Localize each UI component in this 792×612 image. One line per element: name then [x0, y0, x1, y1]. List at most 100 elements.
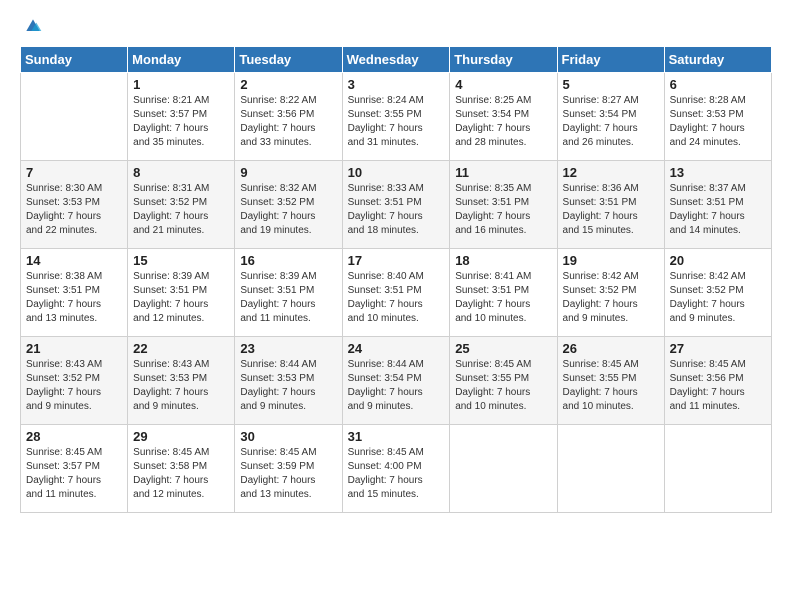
calendar-cell: 26 Sunrise: 8:45 AM Sunset: 3:55 PM Dayli… — [557, 337, 664, 425]
calendar-cell: 7 Sunrise: 8:30 AM Sunset: 3:53 PM Daylig… — [21, 161, 128, 249]
calendar-cell: 15 Sunrise: 8:39 AM Sunset: 3:51 PM Dayli… — [128, 249, 235, 337]
week-row-4: 28 Sunrise: 8:45 AM Sunset: 3:57 PM Dayli… — [21, 425, 772, 513]
day-number: 12 — [563, 165, 659, 180]
calendar-cell: 28 Sunrise: 8:45 AM Sunset: 3:57 PM Dayli… — [21, 425, 128, 513]
calendar-cell: 10 Sunrise: 8:33 AM Sunset: 3:51 PM Dayli… — [342, 161, 450, 249]
calendar-cell: 3 Sunrise: 8:24 AM Sunset: 3:55 PM Daylig… — [342, 73, 450, 161]
day-number: 6 — [670, 77, 766, 92]
day-info: Sunrise: 8:33 AM Sunset: 3:51 PM Dayligh… — [348, 182, 445, 238]
day-number: 28 — [26, 429, 122, 444]
day-info: Sunrise: 8:45 AM Sunset: 3:57 PM Dayligh… — [26, 446, 122, 502]
day-info: Sunrise: 8:25 AM Sunset: 3:54 PM Dayligh… — [455, 94, 551, 150]
calendar-cell: 21 Sunrise: 8:43 AM Sunset: 3:52 PM Dayli… — [21, 337, 128, 425]
weekday-header-friday: Friday — [557, 47, 664, 73]
day-number: 26 — [563, 341, 659, 356]
day-number: 8 — [133, 165, 229, 180]
calendar-cell: 19 Sunrise: 8:42 AM Sunset: 3:52 PM Dayli… — [557, 249, 664, 337]
day-number: 5 — [563, 77, 659, 92]
day-info: Sunrise: 8:30 AM Sunset: 3:53 PM Dayligh… — [26, 182, 122, 238]
day-number: 30 — [240, 429, 336, 444]
page: SundayMondayTuesdayWednesdayThursdayFrid… — [0, 0, 792, 612]
day-info: Sunrise: 8:41 AM Sunset: 3:51 PM Dayligh… — [455, 270, 551, 326]
calendar-cell: 2Sunrise: 8:22 AM Sunset: 3:56 PM Daylig… — [235, 73, 342, 161]
calendar-cell: 4 Sunrise: 8:25 AM Sunset: 3:54 PM Daylig… — [450, 73, 557, 161]
calendar-cell: 14Sunrise: 8:38 AM Sunset: 3:51 PM Dayli… — [21, 249, 128, 337]
day-info: Sunrise: 8:37 AM Sunset: 3:51 PM Dayligh… — [670, 182, 766, 238]
day-info: Sunrise: 8:24 AM Sunset: 3:55 PM Dayligh… — [348, 94, 445, 150]
day-number: 27 — [670, 341, 766, 356]
calendar-cell — [21, 73, 128, 161]
day-info: Sunrise: 8:45 AM Sunset: 4:00 PM Dayligh… — [348, 446, 445, 502]
calendar-cell: 5 Sunrise: 8:27 AM Sunset: 3:54 PM Daylig… — [557, 73, 664, 161]
day-info: Sunrise: 8:35 AM Sunset: 3:51 PM Dayligh… — [455, 182, 551, 238]
day-info: Sunrise: 8:31 AM Sunset: 3:52 PM Dayligh… — [133, 182, 229, 238]
day-info: Sunrise: 8:39 AM Sunset: 3:51 PM Dayligh… — [240, 270, 336, 326]
calendar-cell: 31Sunrise: 8:45 AM Sunset: 4:00 PM Dayli… — [342, 425, 450, 513]
day-info: Sunrise: 8:45 AM Sunset: 3:59 PM Dayligh… — [240, 446, 336, 502]
calendar-cell: 13 Sunrise: 8:37 AM Sunset: 3:51 PM Dayli… — [664, 161, 771, 249]
day-number: 4 — [455, 77, 551, 92]
day-number: 29 — [133, 429, 229, 444]
day-number: 3 — [348, 77, 445, 92]
day-info: Sunrise: 8:39 AM Sunset: 3:51 PM Dayligh… — [133, 270, 229, 326]
weekday-header-thursday: Thursday — [450, 47, 557, 73]
day-info: Sunrise: 8:42 AM Sunset: 3:52 PM Dayligh… — [563, 270, 659, 326]
day-info: Sunrise: 8:32 AM Sunset: 3:52 PM Dayligh… — [240, 182, 336, 238]
day-info: Sunrise: 8:42 AM Sunset: 3:52 PM Dayligh… — [670, 270, 766, 326]
day-number: 9 — [240, 165, 336, 180]
header — [20, 16, 772, 36]
day-number: 23 — [240, 341, 336, 356]
day-number: 1 — [133, 77, 229, 92]
day-info: Sunrise: 8:40 AM Sunset: 3:51 PM Dayligh… — [348, 270, 445, 326]
day-number: 7 — [26, 165, 122, 180]
day-info: Sunrise: 8:36 AM Sunset: 3:51 PM Dayligh… — [563, 182, 659, 238]
day-info: Sunrise: 8:43 AM Sunset: 3:53 PM Dayligh… — [133, 358, 229, 414]
logo — [20, 16, 43, 36]
calendar-cell: 17Sunrise: 8:40 AM Sunset: 3:51 PM Dayli… — [342, 249, 450, 337]
weekday-header-saturday: Saturday — [664, 47, 771, 73]
day-info: Sunrise: 8:28 AM Sunset: 3:53 PM Dayligh… — [670, 94, 766, 150]
day-number: 11 — [455, 165, 551, 180]
day-number: 10 — [348, 165, 445, 180]
day-number: 14 — [26, 253, 122, 268]
week-row-2: 14Sunrise: 8:38 AM Sunset: 3:51 PM Dayli… — [21, 249, 772, 337]
weekday-header-tuesday: Tuesday — [235, 47, 342, 73]
calendar-cell: 25 Sunrise: 8:45 AM Sunset: 3:55 PM Dayli… — [450, 337, 557, 425]
weekday-header-wednesday: Wednesday — [342, 47, 450, 73]
calendar-cell: 11 Sunrise: 8:35 AM Sunset: 3:51 PM Dayli… — [450, 161, 557, 249]
day-info: Sunrise: 8:45 AM Sunset: 3:56 PM Dayligh… — [670, 358, 766, 414]
calendar-cell: 8 Sunrise: 8:31 AM Sunset: 3:52 PM Daylig… — [128, 161, 235, 249]
calendar-cell: 9 Sunrise: 8:32 AM Sunset: 3:52 PM Daylig… — [235, 161, 342, 249]
day-info: Sunrise: 8:43 AM Sunset: 3:52 PM Dayligh… — [26, 358, 122, 414]
day-info: Sunrise: 8:27 AM Sunset: 3:54 PM Dayligh… — [563, 94, 659, 150]
day-info: Sunrise: 8:45 AM Sunset: 3:55 PM Dayligh… — [455, 358, 551, 414]
calendar-body: 1Sunrise: 8:21 AM Sunset: 3:57 PM Daylig… — [21, 73, 772, 513]
day-info: Sunrise: 8:22 AM Sunset: 3:56 PM Dayligh… — [240, 94, 336, 150]
week-row-3: 21 Sunrise: 8:43 AM Sunset: 3:52 PM Dayli… — [21, 337, 772, 425]
calendar-cell — [450, 425, 557, 513]
calendar-cell — [664, 425, 771, 513]
day-info: Sunrise: 8:45 AM Sunset: 3:58 PM Dayligh… — [133, 446, 229, 502]
calendar-header: SundayMondayTuesdayWednesdayThursdayFrid… — [21, 47, 772, 73]
day-number: 15 — [133, 253, 229, 268]
week-row-0: 1Sunrise: 8:21 AM Sunset: 3:57 PM Daylig… — [21, 73, 772, 161]
day-number: 13 — [670, 165, 766, 180]
calendar-cell: 18Sunrise: 8:41 AM Sunset: 3:51 PM Dayli… — [450, 249, 557, 337]
day-info: Sunrise: 8:45 AM Sunset: 3:55 PM Dayligh… — [563, 358, 659, 414]
logo-icon — [23, 16, 43, 36]
calendar-cell: 23Sunrise: 8:44 AM Sunset: 3:53 PM Dayli… — [235, 337, 342, 425]
calendar-cell: 20Sunrise: 8:42 AM Sunset: 3:52 PM Dayli… — [664, 249, 771, 337]
calendar-cell — [557, 425, 664, 513]
calendar-cell: 6 Sunrise: 8:28 AM Sunset: 3:53 PM Daylig… — [664, 73, 771, 161]
day-number: 22 — [133, 341, 229, 356]
day-number: 19 — [563, 253, 659, 268]
day-number: 25 — [455, 341, 551, 356]
weekday-header-monday: Monday — [128, 47, 235, 73]
weekday-row: SundayMondayTuesdayWednesdayThursdayFrid… — [21, 47, 772, 73]
week-row-1: 7 Sunrise: 8:30 AM Sunset: 3:53 PM Daylig… — [21, 161, 772, 249]
day-number: 21 — [26, 341, 122, 356]
calendar-cell: 12 Sunrise: 8:36 AM Sunset: 3:51 PM Dayli… — [557, 161, 664, 249]
calendar-cell: 30 Sunrise: 8:45 AM Sunset: 3:59 PM Dayli… — [235, 425, 342, 513]
day-info: Sunrise: 8:44 AM Sunset: 3:54 PM Dayligh… — [348, 358, 445, 414]
day-number: 24 — [348, 341, 445, 356]
